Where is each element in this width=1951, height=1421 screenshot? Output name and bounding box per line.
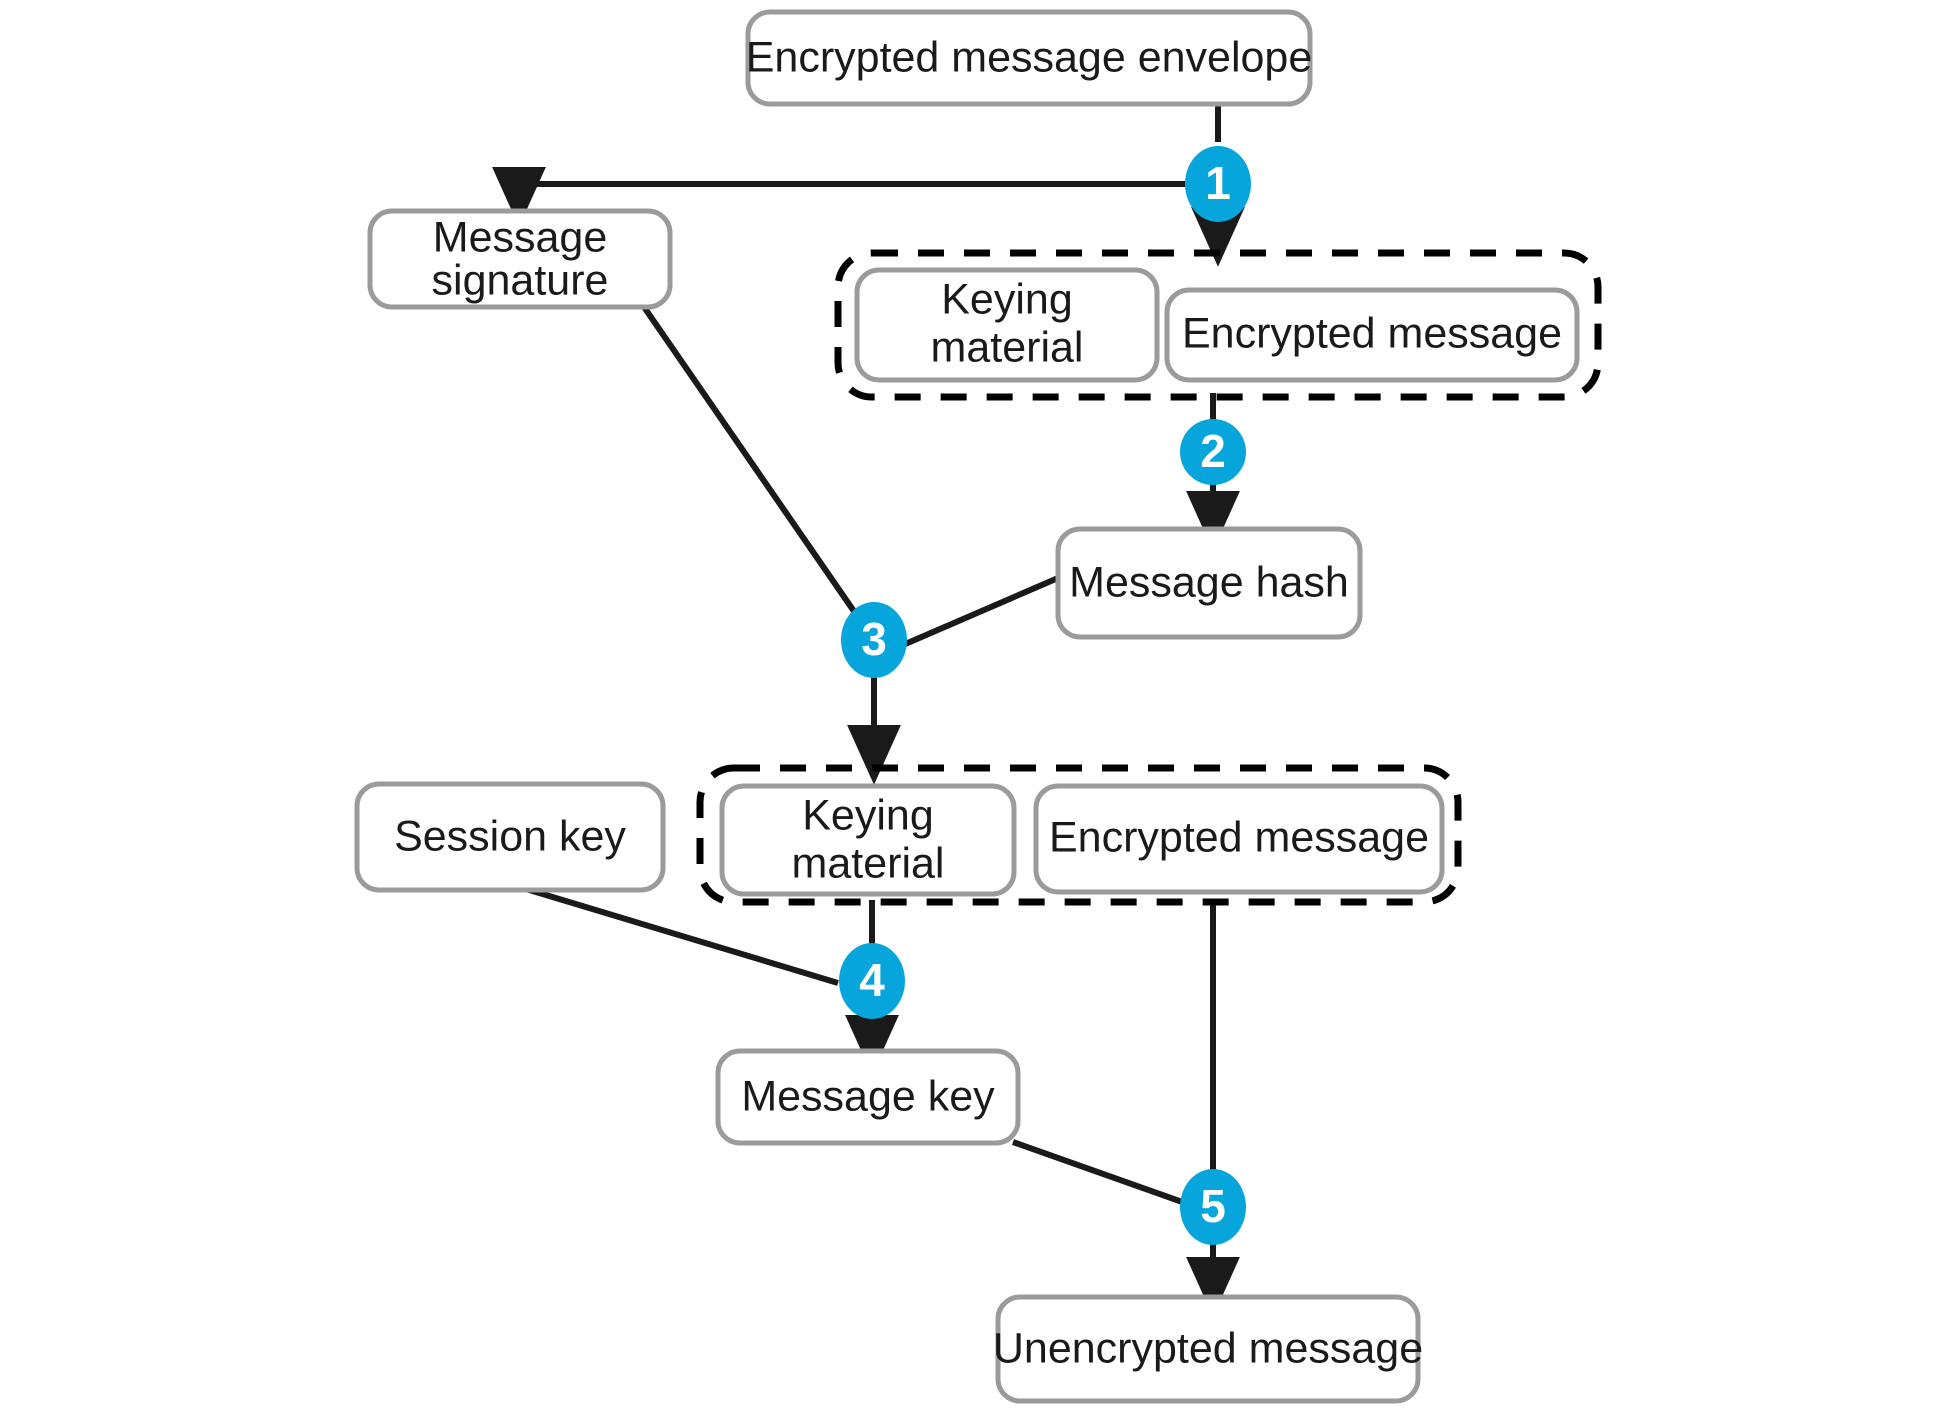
flow-diagram-canvas: Encrypted message envelope Message signa… [0,0,1602,1404]
node-unencrypted-message[interactable]: Unencrypted message [993,1294,1423,1404]
badge-step-3[interactable]: 3 [841,602,907,678]
connector-message-key-to-step5 [1011,1139,1187,1206]
badge-step-1-label: 1 [1205,157,1231,209]
flow-diagram: Encrypted message envelope Message signa… [0,0,1951,1421]
node-encrypted-message-envelope[interactable]: Encrypted message envelope [745,9,1313,107]
badge-step-2[interactable]: 2 [1180,419,1246,485]
badge-step-5-label: 5 [1200,1180,1226,1232]
node-encrypted-message-upper[interactable]: Encrypted message [1164,287,1580,383]
node-keying-material-upper-label-line2: material [931,323,1084,371]
node-session-key-label: Session key [394,812,626,860]
badge-step-4[interactable]: 4 [839,943,905,1019]
node-encrypted-message-lower[interactable]: Encrypted message [1033,783,1445,895]
node-message-signature-label-line2: signature [432,256,609,304]
node-encrypted-message-envelope-label: Encrypted message envelope [746,33,1313,81]
node-encrypted-message-upper-label: Encrypted message [1182,309,1562,357]
node-message-hash-label: Message hash [1069,558,1349,606]
node-message-hash[interactable]: Message hash [1055,526,1363,640]
connector-step1-to-message-signature [492,166,1185,227]
badge-step-3-label: 3 [861,613,887,665]
node-keying-material-lower-label-line2: material [792,839,945,887]
node-session-key[interactable]: Session key [354,781,666,893]
connector-message-signature-to-step3 [641,305,863,622]
node-message-signature[interactable]: Message signature Message signature [0,0,673,310]
node-encrypted-message-lower-label: Encrypted message [1049,813,1429,861]
badge-step-1[interactable]: 1 [1185,146,1251,222]
node-keying-material-lower[interactable]: Keying material Keying material [0,0,1017,897]
badge-step-4-label: 4 [859,954,885,1006]
node-unencrypted-message-label: Unencrypted message [993,1324,1423,1372]
node-message-key-label: Message key [741,1072,995,1120]
node-keying-material-lower-label-line1: Keying [802,791,933,839]
connector-message-hash-to-step3 [901,575,1060,648]
node-message-key[interactable]: Message key [715,1048,1021,1146]
node-message-signature-label-line1: Message [433,213,607,261]
badge-step-2-label: 2 [1200,425,1226,477]
node-keying-material-upper-label-line1: Keying [941,275,1072,323]
badge-step-5[interactable]: 5 [1180,1169,1246,1245]
